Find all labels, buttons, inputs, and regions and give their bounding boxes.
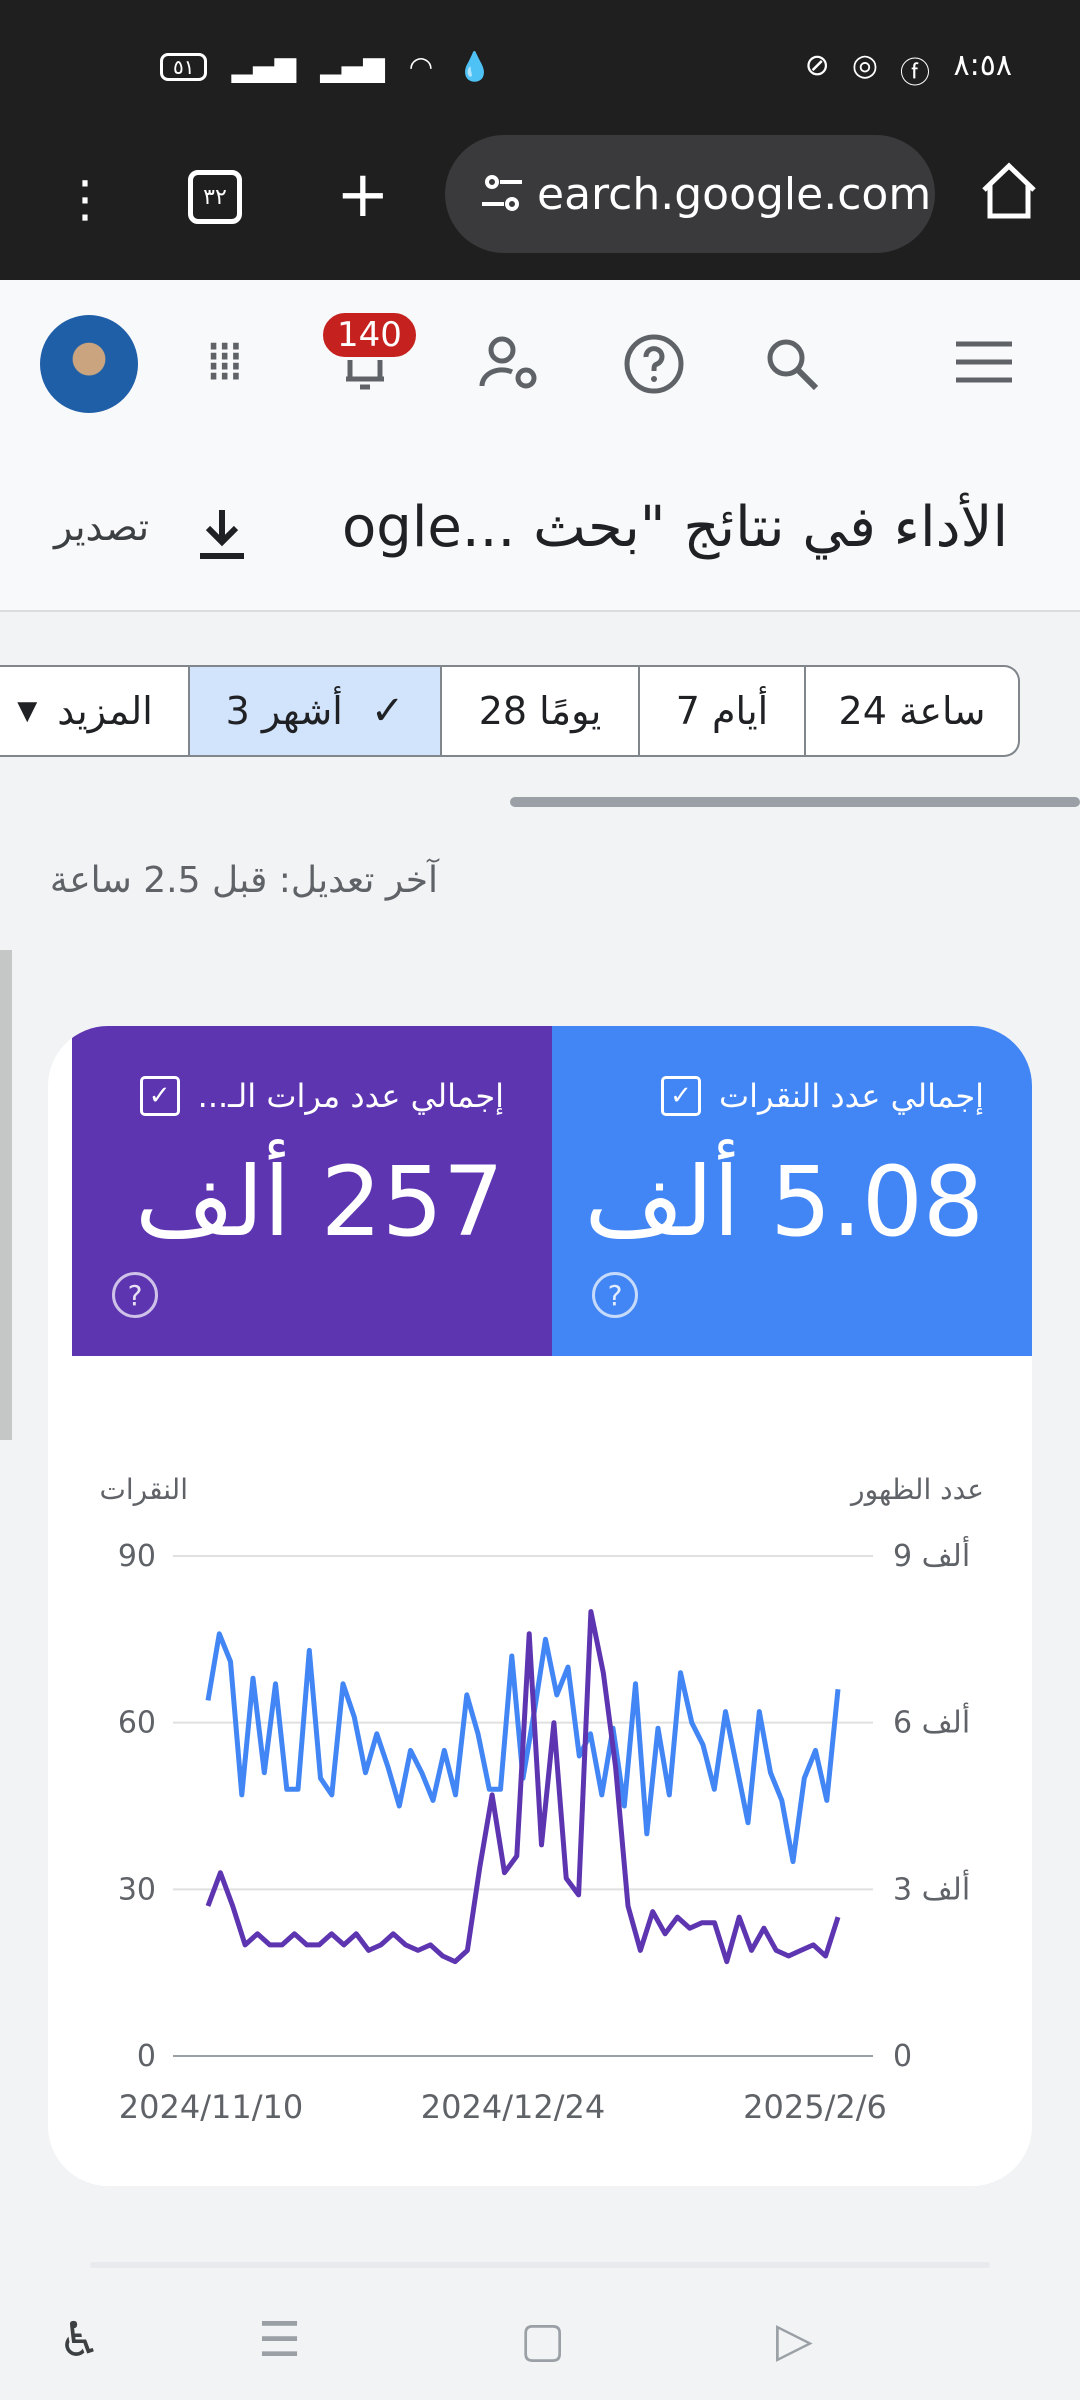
- left-axis-tick: 30: [118, 1872, 156, 1907]
- impressions-label: إجمالي عدد مرات الـ...: [197, 1077, 504, 1115]
- url-text[interactable]: earch.google.com: [537, 169, 931, 220]
- last-updated-text: آخر تعديل: قبل 2.5 ساعة: [49, 860, 438, 901]
- avatar[interactable]: [40, 315, 138, 413]
- accessibility-icon[interactable]: ♿: [58, 2312, 101, 2368]
- impressions-value: 257 ألف: [134, 1146, 504, 1258]
- signal-icon-2: ▂▄▆: [320, 50, 385, 83]
- performance-card: إجمالي عدد مرات الـ... ✓ 257 ألف ? إجمال…: [48, 1026, 1032, 2186]
- clicks-checkbox[interactable]: ✓: [661, 1076, 702, 1116]
- x-axis-tick: 2024/12/24: [421, 2088, 605, 2126]
- left-axis-tick: 90: [118, 1539, 156, 1574]
- recent-apps-icon[interactable]: ☰: [258, 2312, 301, 2368]
- x-axis-tick: 2024/11/10: [119, 2088, 303, 2126]
- chip-more-label: المزيد: [57, 689, 153, 733]
- status-right-icons: ⊘ ◎ ⓕ: [805, 48, 930, 92]
- site-settings-icon[interactable]: [467, 170, 537, 218]
- chip-3-months-label: 3 أشهر: [225, 689, 343, 733]
- chip-3-months[interactable]: 3 أشهر ✓: [190, 665, 442, 757]
- data-saver-icon: 💧: [457, 50, 493, 83]
- url-bar[interactable]: earch.google.com: [445, 135, 935, 253]
- export-label[interactable]: تصدير: [54, 505, 149, 549]
- hamburger-menu-icon[interactable]: [954, 340, 1014, 384]
- help-icon[interactable]: ?: [592, 1272, 638, 1318]
- download-icon[interactable]: [196, 506, 248, 562]
- left-axis-tick: 0: [137, 2039, 156, 2074]
- impressions-label-row: إجمالي عدد مرات الـ... ✓: [139, 1076, 504, 1116]
- chip-7-days-label: 7 أيام: [675, 689, 769, 733]
- apps-grid-icon[interactable]: ⁞⁞⁞: [205, 330, 244, 393]
- right-axis-tick: 9 ألف: [893, 1535, 970, 1574]
- new-tab-icon[interactable]: +: [336, 158, 390, 232]
- facebook-icon: ⓕ: [900, 56, 930, 91]
- chip-more[interactable]: ▼ المزيد: [0, 665, 190, 757]
- right-axis-tick: 6 ألف: [893, 1702, 970, 1741]
- status-left-icons: ٥١ ▂▄▆ ▂▄▆ ◠ 💧: [160, 50, 492, 83]
- impressions-checkbox[interactable]: ✓: [139, 1076, 180, 1116]
- right-axis-title: عدد الظهور: [849, 1473, 984, 1506]
- browser-menu-icon[interactable]: ⋮: [60, 170, 110, 228]
- left-axis-title: النقرات: [99, 1473, 188, 1506]
- clicks-label-row: إجمالي عدد النقرات ✓: [661, 1076, 984, 1116]
- performance-chart: النقرات عدد الظهور 0 0 30 3 ألف 60 6 ألف 90 9 أ…: [99, 1473, 984, 2126]
- date-range-selector: ▼ المزيد 3 أشهر ✓ 28 يومًا 7 أيام 24 ساع…: [0, 665, 1020, 761]
- page-scroll-indicator[interactable]: [0, 950, 12, 1440]
- x-axis-tick: 2025/2/6: [743, 2088, 887, 2126]
- right-axis-tick: 3 ألف: [893, 1868, 970, 1907]
- chip-7-days[interactable]: 7 أيام: [640, 665, 806, 757]
- help-icon[interactable]: ?: [112, 1272, 158, 1318]
- tab-switcher-button[interactable]: ٣٢: [188, 170, 242, 224]
- home-icon[interactable]: [978, 160, 1040, 222]
- notification-icon: ⊘: [804, 48, 830, 83]
- chip-28-days-label: 28 يومًا: [478, 689, 602, 733]
- metric-clicks[interactable]: إجمالي عدد النقرات ✓ 5.08 ألف ?: [552, 1026, 1032, 1356]
- page-title: الأداء في نتائج "بحث ...ogle: [342, 495, 1008, 560]
- manage-users-icon[interactable]: [478, 332, 544, 398]
- battery-icon: ٥١: [160, 52, 208, 81]
- clicks-value: 5.08 ألف: [584, 1146, 984, 1258]
- home-nav-icon[interactable]: ▢: [520, 2312, 565, 2368]
- app-header: [0, 280, 1080, 612]
- search-icon[interactable]: [762, 334, 822, 394]
- back-nav-icon[interactable]: ▷: [776, 2312, 813, 2368]
- check-icon: ✓: [370, 688, 405, 734]
- notification-count-badge: 140: [320, 310, 419, 360]
- wifi-icon: ◠: [408, 50, 434, 83]
- instagram-icon: ◎: [851, 48, 878, 83]
- signal-icon: ▂▄▆: [231, 50, 297, 83]
- dropdown-arrow-icon: ▼: [17, 696, 38, 726]
- bottom-divider: [90, 2262, 990, 2268]
- left-axis-tick: 60: [118, 1706, 156, 1741]
- chip-24-hours[interactable]: 24 ساعة: [806, 665, 1020, 757]
- impressions-series-line: [205, 1609, 841, 1965]
- status-time: ٨:٥٨: [953, 48, 1012, 83]
- metric-impressions[interactable]: إجمالي عدد مرات الـ... ✓ 257 ألف ?: [72, 1026, 552, 1356]
- right-axis-tick: 0: [893, 2039, 912, 2074]
- chip-24-hours-label: 24 ساعة: [838, 689, 986, 733]
- chip-28-days[interactable]: 28 يومًا: [442, 665, 640, 757]
- help-icon[interactable]: [622, 332, 686, 396]
- clicks-label: إجمالي عدد النقرات: [719, 1077, 984, 1115]
- chip-scrollbar[interactable]: [510, 797, 1080, 807]
